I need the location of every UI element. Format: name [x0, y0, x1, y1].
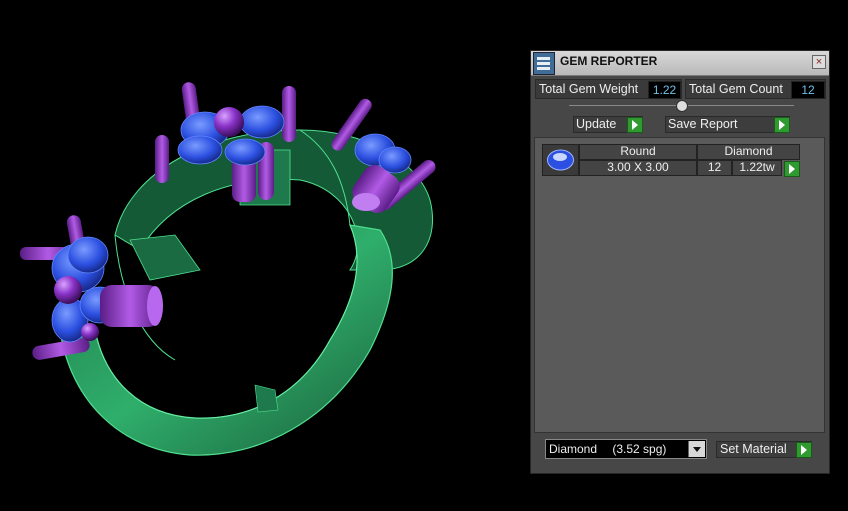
3d-viewport[interactable] [0, 0, 530, 506]
gem-shape-thumbnail [542, 144, 579, 176]
play-arrow-icon [796, 442, 812, 458]
panel-title: GEM REPORTER [560, 54, 658, 68]
play-arrow-icon [774, 117, 790, 133]
material-select[interactable]: Diamond (3.52 spg) [545, 439, 707, 459]
gem-reporter-panel: GEM REPORTER × Total Gem Weight 1.22 Tot… [530, 50, 830, 474]
ring-model-render [20, 82, 436, 456]
panel-titlebar[interactable]: GEM REPORTER × [531, 51, 829, 76]
set-material-button[interactable]: Set Material [716, 441, 812, 458]
total-gem-weight-value: 1.22 [648, 81, 681, 99]
gem-shape-cell: Round [579, 144, 697, 160]
ring-band-front [59, 224, 393, 456]
material-select-sg: (3.52 spg) [612, 442, 667, 456]
total-gem-count-label: Total Gem Count [689, 82, 783, 96]
gem-weight-cell: 1.22tw [732, 160, 782, 176]
gem-material-cell: Diamond [697, 144, 800, 160]
close-icon: × [815, 56, 823, 68]
total-gem-weight-group: Total Gem Weight 1.22 [535, 79, 682, 99]
splitter-handle-icon[interactable] [676, 100, 688, 112]
app-logo-icon [533, 52, 555, 75]
chevron-down-icon[interactable] [688, 441, 705, 457]
gem-count-cell: 12 [697, 160, 732, 176]
gem-report-list: Round Diamond 3.00 X 3.00 12 1.22tw [534, 137, 825, 433]
close-button[interactable]: × [812, 55, 826, 69]
row-detail-arrow-icon[interactable] [784, 161, 800, 177]
total-gem-weight-label: Total Gem Weight [539, 82, 639, 96]
material-select-name: Diamond [549, 442, 598, 456]
save-report-button-label: Save Report [668, 117, 738, 131]
total-gem-count-value: 12 [791, 81, 825, 99]
gem-size-cell: 3.00 X 3.00 [579, 160, 697, 176]
update-button-label: Update [576, 117, 617, 131]
total-gem-count-group: Total Gem Count 12 [685, 79, 826, 99]
round-gem-icon [547, 149, 574, 171]
set-material-button-label: Set Material [720, 442, 787, 456]
play-arrow-icon [627, 117, 643, 133]
update-button[interactable]: Update [573, 116, 643, 133]
save-report-button[interactable]: Save Report [665, 116, 790, 133]
